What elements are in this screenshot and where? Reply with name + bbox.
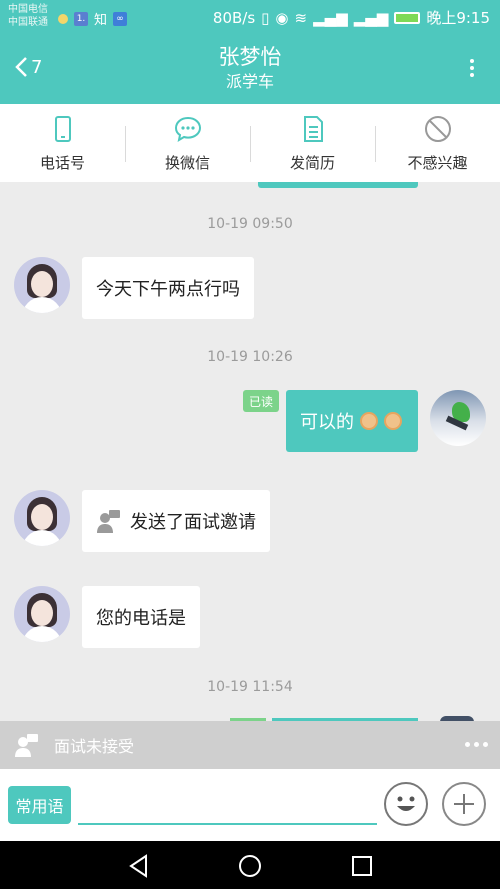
back-triangle-icon[interactable] xyxy=(126,853,152,879)
app-icon-1: 1. xyxy=(74,11,88,26)
network-speed: 80B/s xyxy=(212,8,256,27)
notification-icons: 1. 知 ∞ xyxy=(58,9,128,28)
action-not-interested-label: 不感兴趣 xyxy=(407,154,468,172)
common-phrases-button[interactable]: 常用语 xyxy=(8,786,71,824)
action-wechat[interactable]: 换微信 xyxy=(125,104,250,182)
message-bubble[interactable]: 您的电话是 xyxy=(82,586,200,648)
my-avatar[interactable] xyxy=(430,390,486,446)
timestamp: 10-19 09:50 xyxy=(207,216,293,232)
interview-icon xyxy=(15,734,38,757)
status-right: 80B/s ▯ ◉ ≋ ▂▄▆ ▂▄▆ 晚上9:15 xyxy=(213,7,490,28)
action-resume-label: 发简历 xyxy=(289,154,335,172)
carrier-1: 中国电信 xyxy=(8,4,48,15)
smiley-icon xyxy=(397,796,415,811)
home-circle-icon[interactable] xyxy=(237,853,263,879)
action-wechat-label: 换微信 xyxy=(164,154,210,172)
emoji-button[interactable] xyxy=(384,782,428,826)
timestamp: 10-19 10:26 xyxy=(207,349,293,365)
signal-icon: ▂▄▆ xyxy=(313,8,348,27)
battery-icon xyxy=(394,11,421,24)
recent-square-icon[interactable] xyxy=(349,853,375,879)
phone-icon xyxy=(54,116,71,142)
infinity-icon: ∞ xyxy=(113,11,128,26)
clock: 晚上9:15 xyxy=(426,9,490,27)
eye-icon: ◉ xyxy=(275,8,289,27)
interview-icon xyxy=(97,510,120,533)
action-resume[interactable]: 发简历 xyxy=(250,104,375,182)
message-text: 今天下午两点行吗 xyxy=(96,279,240,300)
message-text: 发送了面试邀请 xyxy=(130,512,256,533)
message-text: 可以的 xyxy=(300,412,354,433)
carrier-info: 中国电信 中国联通 xyxy=(8,3,48,29)
action-phone[interactable]: 电话号 xyxy=(0,104,125,182)
more-options-icon[interactable] xyxy=(470,59,474,80)
message-bubble[interactable]: 今天下午两点行吗 xyxy=(82,257,254,319)
navigation-bar xyxy=(0,841,500,889)
notification-dot-icon xyxy=(58,13,68,24)
avatar[interactable] xyxy=(14,257,70,313)
previous-message-bubble xyxy=(258,182,418,188)
message-input[interactable] xyxy=(78,787,377,825)
read-status-badge: 已读 xyxy=(243,390,279,412)
action-phone-label: 电话号 xyxy=(39,154,85,172)
message-text: 您的电话是 xyxy=(96,608,186,629)
document-icon xyxy=(303,116,323,142)
contact-name: 张梦怡 xyxy=(218,45,282,69)
avatar[interactable] xyxy=(14,586,70,642)
interview-invite-bubble[interactable]: 发送了面试邀请 xyxy=(82,490,270,552)
plus-icon xyxy=(454,794,474,814)
plus-button[interactable] xyxy=(442,782,486,826)
chat-header: 7 张梦怡 派学车 xyxy=(0,34,500,104)
ok-hand-emoji-icon xyxy=(384,412,402,430)
carrier-2: 中国联通 xyxy=(8,17,48,28)
status-bar: 中国电信 中国联通 1. 知 ∞ 80B/s ▯ ◉ ≋ ▂▄▆ ▂▄▆ 晚上9… xyxy=(0,0,500,34)
action-bar: 电话号 换微信 发简历 不感兴趣 xyxy=(0,104,500,182)
avatar[interactable] xyxy=(14,490,70,546)
title-group: 张梦怡 派学车 xyxy=(0,43,500,93)
interview-status-text: 面试未接受 xyxy=(54,737,135,756)
company-name: 派学车 xyxy=(225,72,274,91)
prohibited-icon xyxy=(424,116,451,142)
my-message-bubble[interactable]: 可以的 xyxy=(286,390,418,452)
app-icon-2: 知 xyxy=(94,13,108,28)
ok-hand-emoji-icon xyxy=(360,412,378,430)
interview-status-bar[interactable]: 面试未接受 xyxy=(0,721,500,769)
vibrate-icon: ▯ xyxy=(261,8,270,27)
action-not-interested[interactable]: 不感兴趣 xyxy=(375,104,500,182)
timestamp: 10-19 11:54 xyxy=(207,679,293,695)
chat-bubble-icon xyxy=(174,116,201,143)
signal-2-icon: ▂▄▆ xyxy=(353,8,389,27)
input-bar: 常用语 xyxy=(0,769,500,841)
wifi-icon: ≋ xyxy=(294,8,308,27)
more-horizontal-icon[interactable] xyxy=(465,742,488,747)
